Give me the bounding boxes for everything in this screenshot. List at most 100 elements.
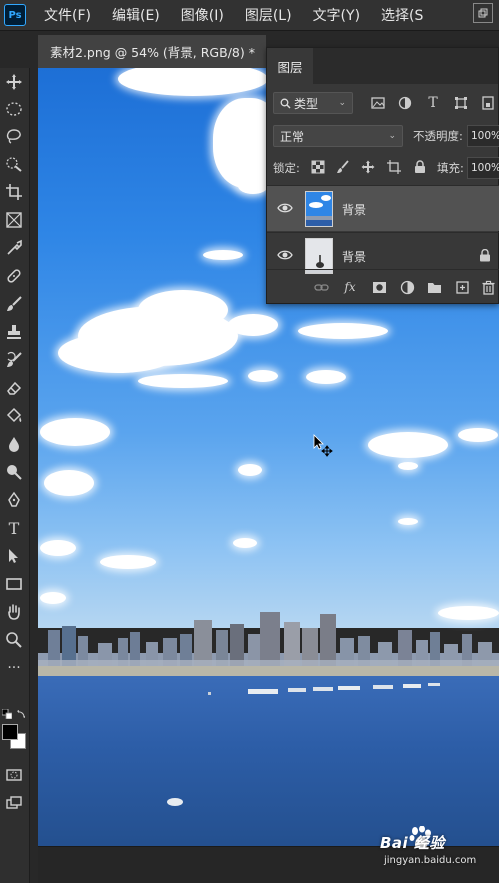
watermark-url: jingyan.baidu.com — [384, 855, 477, 866]
add-mask-icon[interactable] — [371, 279, 387, 295]
lasso-tool-icon[interactable] — [3, 125, 25, 147]
tab-layers[interactable]: 图层 — [267, 48, 313, 84]
hand-tool-icon[interactable] — [3, 601, 25, 623]
menu-edit[interactable]: 编辑(E) — [112, 5, 160, 25]
link-layers-icon[interactable] — [313, 279, 329, 295]
frame-tool-icon[interactable] — [3, 209, 25, 231]
lock-transparent-pixels-icon[interactable] — [311, 160, 325, 174]
history-brush-tool-icon[interactable] — [3, 349, 25, 371]
cloud — [398, 462, 418, 470]
filter-adjustment-icon[interactable] — [398, 96, 412, 110]
quick-mask-icon[interactable] — [3, 764, 25, 786]
menu-image[interactable]: 图像(I) — [181, 5, 224, 25]
eraser-tool-icon[interactable] — [3, 377, 25, 399]
opacity-label: 不透明度: — [413, 129, 463, 143]
layer-style-fx-icon[interactable]: fx — [342, 279, 358, 295]
crop-tool-icon[interactable] — [3, 181, 25, 203]
sea-details — [167, 683, 440, 806]
cloud — [238, 178, 268, 194]
menu-bar: Ps 文件(F) 编辑(E) 图像(I) 图层(L) 文字(Y) 选择(S — [0, 0, 499, 30]
move-tool-icon[interactable] — [3, 71, 25, 93]
screen-mode-icon[interactable] — [3, 792, 25, 814]
cloud — [40, 418, 110, 446]
filter-smart-object-icon[interactable] — [481, 96, 495, 110]
path-select-tool-icon[interactable] — [3, 545, 25, 567]
chevron-down-icon: ⌄ — [388, 131, 396, 141]
cloud — [100, 555, 156, 569]
opacity-input[interactable]: 100% — [467, 125, 499, 147]
layer-row-selected[interactable]: 背景 — [267, 185, 499, 231]
menu-select[interactable]: 选择(S — [381, 5, 423, 25]
stamp-tool-icon[interactable] — [3, 321, 25, 343]
new-adjustment-layer-icon[interactable] — [399, 279, 415, 295]
layer-filter-dropdown[interactable]: 类型 ⌄ — [273, 92, 353, 114]
eyedropper-tool-icon[interactable] — [3, 237, 25, 259]
cloud — [398, 518, 418, 525]
lock-image-pixels-icon[interactable] — [336, 160, 350, 174]
quick-select-tool-icon[interactable] — [3, 153, 25, 175]
blur-tool-icon[interactable] — [3, 433, 25, 455]
move-cursor-icon — [313, 434, 333, 457]
eye-icon[interactable] — [277, 200, 293, 216]
photoshop-logo: Ps — [4, 4, 26, 26]
default-colors-icon[interactable] — [1, 704, 13, 720]
cloud — [248, 370, 278, 382]
layers-panel-footer: fx — [267, 269, 499, 304]
swap-colors-icon[interactable] — [16, 704, 26, 718]
new-layer-icon[interactable] — [454, 279, 470, 295]
paint-bucket-tool-icon[interactable] — [3, 405, 25, 427]
document-tab-title: 素材2.png @ 54% (背景, RGB/8) * — [50, 45, 255, 60]
marquee-tool-icon[interactable] — [3, 98, 25, 120]
cloud — [40, 592, 66, 604]
cloud — [368, 432, 448, 458]
lock-artboard-icon[interactable] — [387, 160, 401, 174]
watermark-brand-text: Bai 经验 — [380, 834, 445, 852]
new-group-folder-icon[interactable] — [426, 279, 442, 295]
lock-position-icon[interactable] — [361, 160, 375, 174]
filter-pixel-icon[interactable] — [371, 96, 385, 110]
layer-name[interactable]: 背景 — [342, 201, 366, 218]
filter-shape-icon[interactable] — [454, 96, 468, 110]
more-tools-icon[interactable]: ··· — [3, 657, 25, 679]
cloud — [458, 428, 498, 442]
menu-type[interactable]: 文字(Y) — [313, 5, 360, 25]
rectangle-tool-icon[interactable] — [3, 573, 25, 595]
search-icon — [280, 98, 291, 108]
window-restore-button[interactable] — [473, 3, 493, 23]
document-tab[interactable]: 素材2.png @ 54% (背景, RGB/8) * × — [38, 35, 278, 68]
fill-input[interactable]: 100% — [467, 157, 499, 179]
eye-icon[interactable] — [277, 247, 293, 263]
lock-all-icon[interactable] — [413, 160, 427, 174]
photoshop-window: Ps 文件(F) 编辑(E) 图像(I) 图层(L) 文字(Y) 选择(S 素材… — [0, 0, 499, 883]
dodge-tool-icon[interactable] — [3, 461, 25, 483]
layer-filter-label: 类型 — [294, 96, 319, 111]
blend-mode-value: 正常 — [280, 129, 305, 144]
brush-tool-icon[interactable] — [3, 293, 25, 315]
baidu-jingyan-watermark: Bai 经验 jingyan.baidu.com — [380, 826, 498, 882]
pen-tool-icon[interactable] — [3, 489, 25, 511]
cloud — [238, 464, 262, 476]
layers-panel-header: 图层 — [267, 48, 498, 84]
delete-layer-trash-icon[interactable] — [480, 279, 496, 295]
lock-label: 锁定: — [273, 161, 300, 175]
type-tool-icon[interactable]: T — [3, 517, 25, 539]
cloud — [40, 540, 76, 556]
cloud — [138, 290, 228, 330]
chevron-down-icon: ⌄ — [338, 98, 346, 108]
layer-thumbnail — [305, 191, 333, 227]
sea-water — [38, 676, 499, 846]
cloud — [118, 68, 268, 96]
cloud — [203, 250, 243, 260]
menu-file[interactable]: 文件(F) — [44, 5, 91, 25]
foreground-color-swatch[interactable] — [2, 724, 18, 740]
blend-mode-dropdown[interactable]: 正常 ⌄ — [273, 125, 403, 147]
layer-name[interactable]: 背景 — [342, 248, 366, 265]
cloud — [138, 374, 228, 388]
menu-layer[interactable]: 图层(L) — [245, 5, 292, 25]
lock-icon[interactable] — [479, 249, 491, 262]
filter-type-icon[interactable]: T — [426, 95, 440, 111]
cloud — [58, 333, 178, 373]
layers-panel: 图层 类型 ⌄ T 正常 ⌄ 不透明度: 100% 锁定: 填充: 100% 背… — [266, 47, 499, 304]
healing-brush-tool-icon[interactable] — [3, 265, 25, 287]
zoom-tool-icon[interactable] — [3, 629, 25, 651]
